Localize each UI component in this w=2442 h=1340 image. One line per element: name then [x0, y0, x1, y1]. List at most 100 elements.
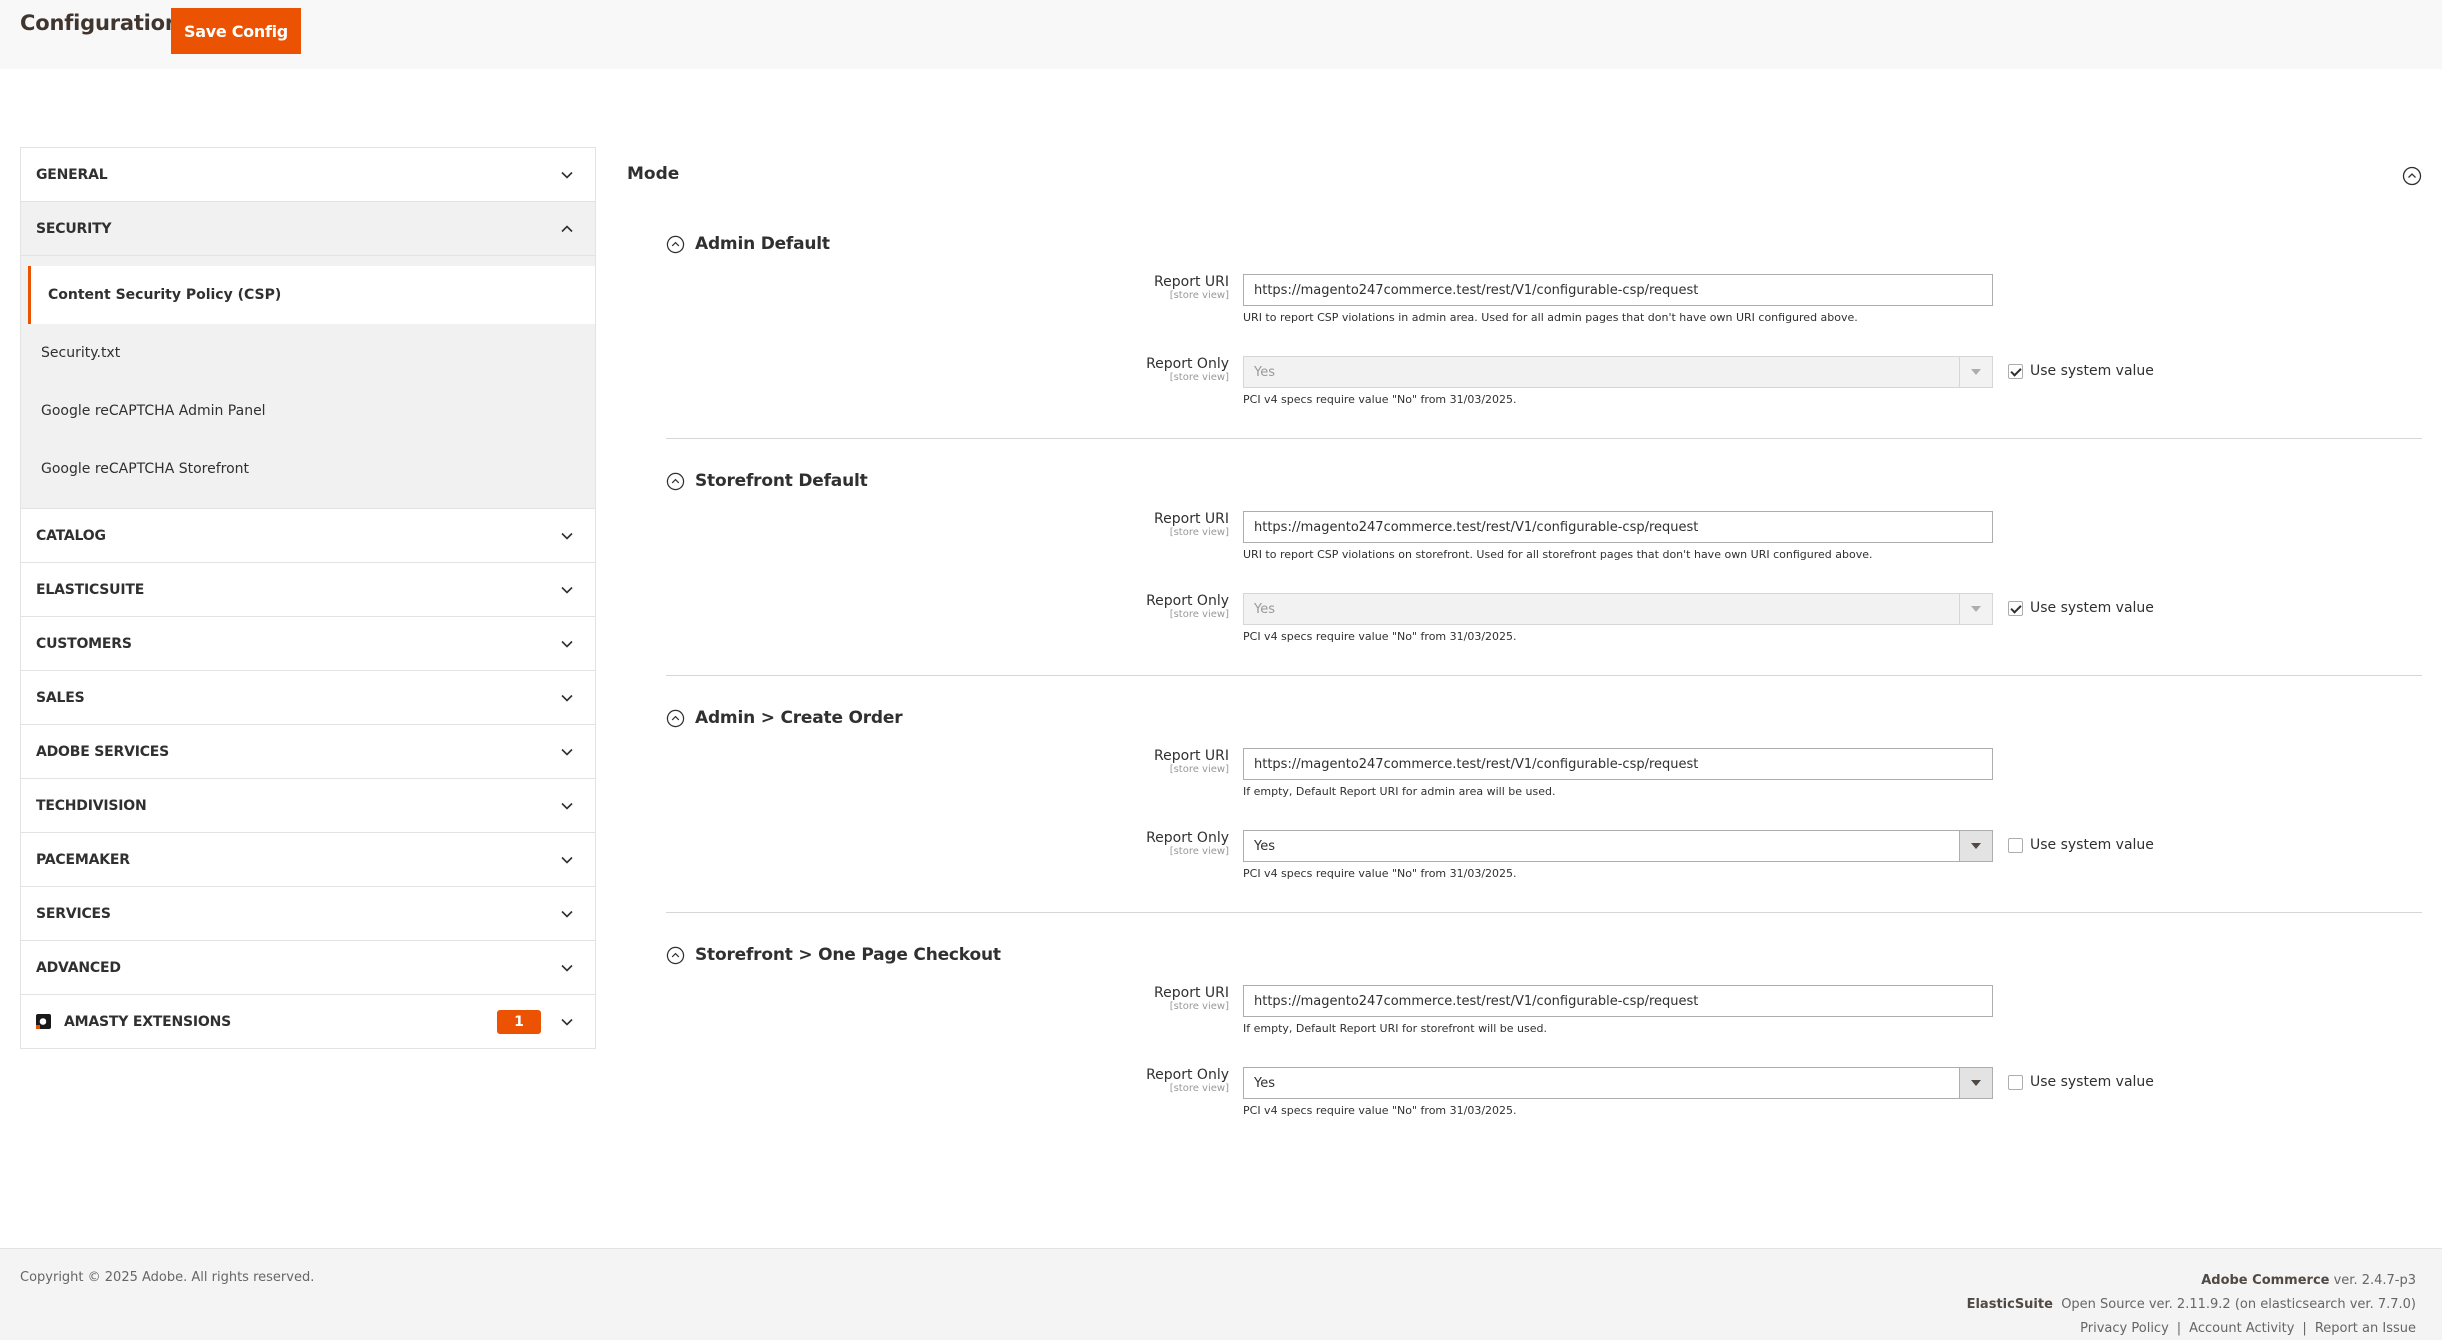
sidebar-item-security-txt[interactable]: Security.txt: [21, 324, 595, 382]
collapse-circle-icon: [666, 235, 685, 254]
use-system-value-checkbox[interactable]: [2008, 1074, 2023, 1090]
scope-label: [store view]: [1169, 372, 1229, 383]
chevron-down-icon: [559, 167, 575, 183]
use-system-value[interactable]: Use system value: [2008, 837, 2154, 853]
privacy-policy-link[interactable]: Privacy Policy: [2080, 1321, 2169, 1336]
sidebar-tab-customers-header[interactable]: CUSTOMERS: [21, 617, 595, 670]
sidebar-tab-general: GENERAL: [21, 148, 595, 202]
field-control: Yes PCI v4 specs require value "No" from …: [1243, 1067, 1993, 1117]
sidebar-tab-general-header[interactable]: GENERAL: [21, 148, 595, 201]
report-uri-input[interactable]: [1243, 748, 1993, 780]
product-version: Adobe Commerce ver. 2.4.7-p3: [1967, 1269, 2416, 1293]
select-value: Yes: [1254, 1075, 1275, 1091]
chevron-up-icon: [559, 221, 575, 237]
amasty-logo-icon: [36, 1014, 51, 1029]
group-title: Storefront Default: [695, 471, 868, 491]
report-uri-input[interactable]: [1243, 511, 1993, 543]
product-version-text: ver. 2.4.7-p3: [2329, 1273, 2416, 1288]
footer-links: Privacy Policy | Account Activity | Report a…: [1967, 1317, 2416, 1340]
field-note: URI to report CSP violations on storefro…: [1243, 548, 1873, 561]
sidebar-tab-services-header[interactable]: SERVICES: [21, 887, 595, 940]
report-uri-input[interactable]: [1243, 985, 1993, 1017]
sidebar-tab-amasty: AMASTY EXTENSIONS 1: [21, 995, 595, 1049]
security-sub-list: Content Security Policy (CSP) Security.t…: [21, 255, 595, 508]
group-header[interactable]: Storefront Default: [666, 439, 2422, 511]
report-only-row: Report Only [store view] Yes PCI v4 specs r…: [666, 356, 2422, 438]
sidebar-tab-catalog-header[interactable]: CATALOG: [21, 509, 595, 562]
use-system-value[interactable]: Use system value: [2008, 1074, 2154, 1090]
chevron-down-icon: [559, 906, 575, 922]
sidebar-tab-label: CATALOG: [36, 527, 106, 544]
sidebar-tab-elasticsuite-header[interactable]: ELASTICSUITE: [21, 563, 595, 616]
group-header[interactable]: Storefront > One Page Checkout: [666, 913, 2422, 985]
use-system-value-checkbox[interactable]: [2008, 600, 2023, 616]
page-header: Configuration Save Config: [0, 0, 2442, 69]
use-system-value-label: Use system value: [2030, 837, 2154, 853]
field-label: Report Only [store view]: [1009, 830, 1229, 857]
dropdown-arrow-icon: [1959, 594, 1992, 624]
group-header[interactable]: Admin > Create Order: [666, 676, 2422, 748]
sidebar-tab-pacemaker: PACEMAKER: [21, 833, 595, 887]
use-system-value-checkbox[interactable]: [2008, 363, 2023, 379]
field-control: Yes PCI v4 specs require value "No" from …: [1243, 356, 1993, 406]
report-issue-link[interactable]: Report an Issue: [2315, 1321, 2416, 1336]
use-system-value-label: Use system value: [2030, 363, 2154, 379]
group-header[interactable]: Admin Default: [666, 202, 2422, 274]
sidebar-tab-sales-header[interactable]: SALES: [21, 671, 595, 724]
scope-label: [store view]: [1169, 764, 1229, 775]
sidebar-tab-customers: CUSTOMERS: [21, 617, 595, 671]
chevron-down-icon: [559, 528, 575, 544]
use-system-value-label: Use system value: [2030, 1074, 2154, 1090]
field-note: PCI v4 specs require value "No" from 31/…: [1243, 630, 1517, 643]
sidebar-tab-techdivision-header[interactable]: TECHDIVISION: [21, 779, 595, 832]
account-activity-link[interactable]: Account Activity: [2189, 1321, 2294, 1336]
report-uri-input[interactable]: [1243, 274, 1993, 306]
sidebar-item-csp[interactable]: Content Security Policy (CSP): [28, 266, 595, 324]
scope-label: [store view]: [1169, 609, 1229, 620]
report-only-label: Report Only: [1146, 593, 1229, 609]
sidebar-tab-pacemaker-header[interactable]: PACEMAKER: [21, 833, 595, 886]
sidebar-tab-advanced-header[interactable]: ADVANCED: [21, 941, 595, 994]
footer-version-info: Adobe Commerce ver. 2.4.7-p3 ElasticSuit…: [1967, 1269, 2416, 1340]
separator: |: [2176, 1321, 2182, 1336]
sidebar-tab-adobe-services-header[interactable]: ADOBE SERVICES: [21, 725, 595, 778]
sidebar-tab-label: CUSTOMERS: [36, 635, 132, 652]
report-uri-row: Report URI[store view] If empty, Default …: [666, 985, 2422, 1067]
report-only-select[interactable]: Yes: [1243, 830, 1993, 862]
chevron-down-icon: [559, 852, 575, 868]
sidebar-tab-label: ELASTICSUITE: [36, 581, 145, 598]
field-label: Report URI [store view]: [1009, 748, 1229, 775]
field-control: URI to report CSP violations in admin ar…: [1243, 274, 1993, 324]
field-note: PCI v4 specs require value "No" from 31/…: [1243, 867, 1517, 880]
field-label: Report URI [store view]: [1009, 511, 1229, 538]
scope-label: [store view]: [1169, 1001, 1229, 1012]
sidebar-tab-elasticsuite: ELASTICSUITE: [21, 563, 595, 617]
sidebar-tab-label: SECURITY: [36, 220, 112, 237]
use-system-value[interactable]: Use system value: [2008, 363, 2154, 379]
save-config-button[interactable]: Save Config: [171, 8, 301, 54]
chevron-down-icon: [559, 690, 575, 706]
report-only-select[interactable]: Yes: [1243, 1067, 1993, 1099]
sidebar-tab-label: TECHDIVISION: [36, 797, 147, 814]
field-label: Report Only [store view]: [1009, 1067, 1229, 1094]
separator: |: [2302, 1321, 2307, 1336]
use-system-value-checkbox[interactable]: [2008, 837, 2023, 853]
scope-label: [store view]: [1169, 846, 1229, 857]
scope-label: [store view]: [1169, 290, 1229, 301]
collapse-circle-icon[interactable]: [2402, 166, 2422, 186]
sidebar-tab-services: SERVICES: [21, 887, 595, 941]
notification-badge: 1: [497, 1009, 541, 1034]
group-title: Admin Default: [695, 234, 830, 254]
sidebar-tab-advanced: ADVANCED: [21, 941, 595, 995]
sidebar-tab-label: ADOBE SERVICES: [36, 743, 170, 760]
report-only-row: Report Only [store view] Yes PCI v4 specs r…: [666, 593, 2422, 675]
chevron-down-icon: [559, 582, 575, 598]
report-uri-label: Report URI: [1154, 511, 1229, 527]
sidebar-tab-security-header[interactable]: SECURITY: [21, 202, 595, 255]
config-group: Storefront > One Page Checkout Report URI…: [666, 913, 2422, 1149]
sidebar-item-recaptcha-admin[interactable]: Google reCAPTCHA Admin Panel: [21, 382, 595, 440]
sidebar-tab-catalog: CATALOG: [21, 509, 595, 563]
sidebar-tab-amasty-header[interactable]: AMASTY EXTENSIONS 1: [21, 995, 595, 1048]
use-system-value[interactable]: Use system value: [2008, 600, 2154, 616]
sidebar-item-recaptcha-storefront[interactable]: Google reCAPTCHA Storefront: [21, 440, 595, 498]
